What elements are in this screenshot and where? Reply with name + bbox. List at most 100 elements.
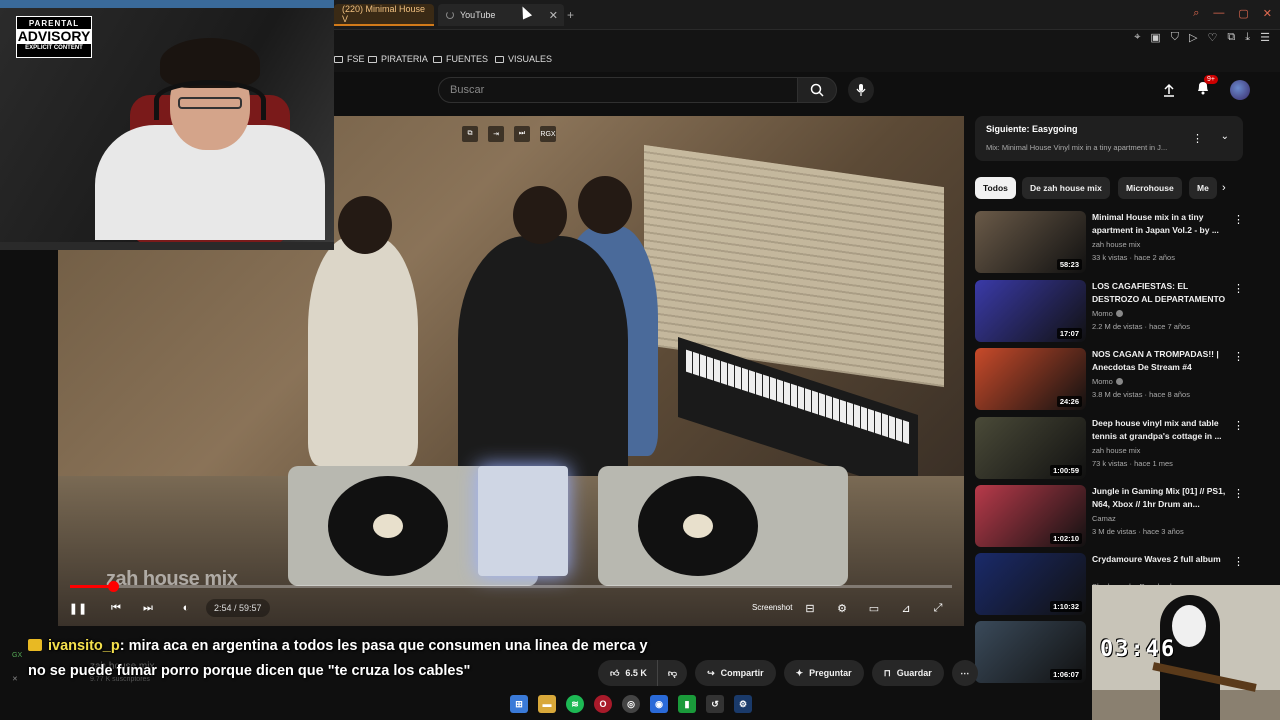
recommendation-channel[interactable]: zah house mix — [1092, 446, 1140, 455]
recommendation-title[interactable]: Crydamoure Waves 2 full album — [1092, 553, 1228, 566]
video-thumbnail[interactable]: 58:23 — [975, 211, 1086, 273]
recommendation-item[interactable]: 17:07 LOS CAGAFIESTAS: EL DESTROZO AL DEP… — [975, 280, 1255, 344]
minimize-icon[interactable]: — — [1213, 7, 1224, 20]
game-launcher-icon[interactable]: ▮ — [678, 695, 696, 713]
cast-icon[interactable]: ⊿ — [896, 598, 916, 618]
file-explorer-icon[interactable]: ▬ — [538, 695, 556, 713]
fullscreen-icon[interactable]: ⤢ — [928, 598, 948, 618]
recommendation-item[interactable]: 1:02:10 Jungle in Gaming Mix [01] // PS1,… — [975, 485, 1255, 549]
recommendation-title[interactable]: Minimal House mix in a tiny apartment in… — [1092, 211, 1228, 237]
spotify-icon[interactable]: ≋ — [566, 695, 584, 713]
video-thumbnail[interactable]: 1:10:32 — [975, 553, 1086, 615]
avatar[interactable] — [1230, 80, 1250, 100]
obs-icon[interactable]: ◎ — [622, 695, 640, 713]
bookmark-pirateria[interactable]: PIRATERIA — [368, 54, 428, 64]
video-thumbnail[interactable]: 24:26 — [975, 348, 1086, 410]
tab-minimal-house[interactable]: (220) Minimal House V — [334, 4, 434, 26]
search-icon[interactable]: ⌕ — [1193, 7, 1199, 20]
rgx-button[interactable]: RGX — [540, 126, 556, 142]
recommendation-title[interactable]: NOS CAGAN A TROMPADAS!! | Anecdotas De S… — [1092, 348, 1228, 374]
share-button[interactable]: ↪ Compartir — [695, 660, 776, 686]
more-options-icon[interactable]: ⋮ — [1233, 213, 1244, 226]
more-options-icon[interactable]: ⋮ — [1233, 419, 1244, 432]
app-icon[interactable]: ◉ — [650, 695, 668, 713]
bookmark-fuentes[interactable]: FUENTES — [433, 54, 488, 64]
recommendation-title[interactable]: Deep house vinyl mix and table tennis at… — [1092, 417, 1228, 443]
close-icon[interactable]: ✕ — [1263, 7, 1272, 20]
search-button[interactable] — [797, 77, 837, 103]
recommendation-title[interactable]: Jungle in Gaming Mix [01] // PS1, N64, X… — [1092, 485, 1228, 511]
windows-start-icon[interactable]: ⊞ — [510, 695, 528, 713]
maximize-icon[interactable]: ▢ — [1238, 7, 1248, 20]
video-thumbnail[interactable]: 1:02:10 — [975, 485, 1086, 547]
sidebar-icon[interactable]: ☰ — [1260, 31, 1270, 44]
chip-microhouse[interactable]: Microhouse — [1118, 177, 1182, 199]
tab-youtube[interactable]: YouTube ✕ — [438, 4, 564, 26]
recommendation-item[interactable]: 58:23 Minimal House mix in a tiny apartme… — [975, 211, 1255, 275]
app-icon[interactable]: ↺ — [706, 695, 724, 713]
download-icon[interactable]: ⤓ — [1245, 31, 1250, 44]
duration-badge: 1:02:10 — [1050, 533, 1082, 544]
picture-in-picture-icon[interactable]: ⧉ — [462, 126, 478, 142]
video-thumbnail[interactable]: 1:06:07 — [975, 621, 1086, 683]
ask-button[interactable]: ✦ Preguntar — [783, 660, 864, 686]
dislike-button[interactable]: 👎︎ — [656, 660, 688, 686]
chip-more[interactable]: Me — [1189, 177, 1217, 199]
more-options-icon[interactable]: ⋮ — [1233, 350, 1244, 363]
autoplay-next-card[interactable]: Siguiente: Easygoing Mix: Minimal House … — [975, 116, 1243, 161]
previous-button[interactable]: ⏮ — [106, 598, 126, 618]
folder-icon — [433, 55, 442, 63]
search-input[interactable]: Buscar — [438, 77, 798, 103]
recommendation-channel[interactable]: Momo — [1092, 377, 1123, 386]
chevron-right-icon[interactable]: › — [1222, 182, 1226, 194]
video-thumbnail[interactable]: 17:07 — [975, 280, 1086, 342]
heart-icon[interactable]: ♡ — [1208, 31, 1218, 44]
steam-icon[interactable]: ⚙ — [734, 695, 752, 713]
close-tab-icon[interactable]: ✕ — [549, 9, 558, 22]
game-overlay: 03:46 — [1092, 585, 1280, 720]
bookmark-fse[interactable]: FSE — [334, 54, 365, 64]
duration-badge: 1:10:32 — [1050, 601, 1082, 612]
notifications-button[interactable]: 9+ — [1196, 75, 1218, 100]
recommendation-channel[interactable]: Momo — [1092, 309, 1123, 318]
channel-text: Camaz — [1092, 514, 1116, 523]
video-thumbnail[interactable]: 1:00:59 — [975, 417, 1086, 479]
play-icon[interactable]: ▷ — [1189, 31, 1197, 44]
more-options-icon[interactable]: ⋮ — [1192, 132, 1203, 145]
upload-icon[interactable] — [1162, 83, 1176, 97]
more-actions-button[interactable]: ⋯ — [951, 660, 978, 686]
bookmark-icon[interactable]: ⌖ — [1134, 31, 1140, 44]
pause-button[interactable]: ❚❚ — [68, 598, 88, 618]
new-tab-icon[interactable]: + — [567, 8, 574, 22]
progress-bar[interactable] — [70, 581, 952, 592]
skip-icon[interactable]: ⏭ — [514, 126, 530, 142]
bookmark-visuales[interactable]: VISUALES — [495, 54, 552, 64]
thumbs-down-icon: 👎︎ — [667, 667, 678, 678]
shield-icon[interactable]: ⛉ — [1171, 31, 1179, 44]
pop-out-icon[interactable]: ⇥ — [488, 126, 504, 142]
chevron-down-icon[interactable]: ⌄ — [1221, 131, 1229, 142]
verified-icon — [1115, 378, 1123, 385]
extensions-icon[interactable]: ⧉ — [1227, 31, 1235, 44]
recommendation-item[interactable]: 24:26 NOS CAGAN A TROMPADAS!! | Anecdotas… — [975, 348, 1255, 412]
chip-todos[interactable]: Todos — [975, 177, 1016, 199]
voice-search-button[interactable] — [848, 77, 874, 103]
volume-icon[interactable]: ◐ — [176, 598, 196, 618]
opera-gx-icon[interactable]: O — [594, 695, 612, 713]
recommendation-title[interactable]: LOS CAGAFIESTAS: EL DESTROZO AL DEPARTAM… — [1092, 280, 1228, 306]
theater-mode-icon[interactable]: ▭ — [864, 598, 884, 618]
more-options-icon[interactable]: ⋮ — [1233, 555, 1244, 568]
save-button[interactable]: ⊓ Guardar — [871, 660, 944, 686]
next-button[interactable]: ⏭ — [138, 598, 158, 618]
folder-icon — [495, 55, 504, 63]
settings-icon[interactable]: ⚙ — [832, 598, 852, 618]
chip-channel[interactable]: De zah house mix — [1022, 177, 1110, 199]
recommendation-channel[interactable]: Camaz — [1092, 514, 1116, 523]
more-options-icon[interactable]: ⋮ — [1233, 487, 1244, 500]
subtitles-icon[interactable]: ⊟ — [800, 598, 820, 618]
more-options-icon[interactable]: ⋮ — [1233, 282, 1244, 295]
recommendation-item[interactable]: 1:00:59 Deep house vinyl mix and table te… — [975, 417, 1255, 481]
screenshot-icon[interactable]: ▣ — [1150, 31, 1160, 44]
recommendation-channel[interactable]: zah house mix — [1092, 240, 1140, 249]
advisory-mid: ADVISORY — [17, 28, 91, 44]
